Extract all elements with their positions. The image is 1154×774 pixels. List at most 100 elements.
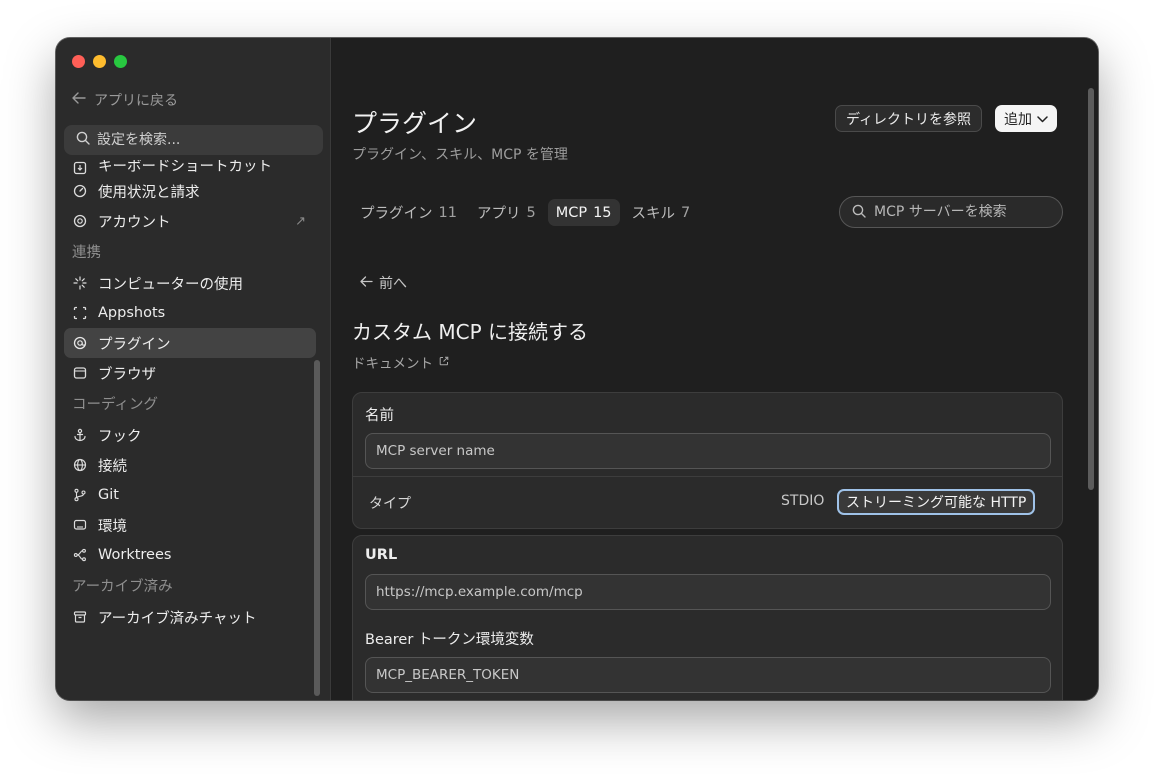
documentation-link[interactable]: ドキュメント xyxy=(352,352,449,372)
sidebar-item-hooks[interactable]: フック xyxy=(64,420,316,450)
zoom-window-button[interactable] xyxy=(114,55,127,68)
sidebar-item-connections[interactable]: 接続 xyxy=(64,450,316,480)
back-to-app-link[interactable]: アプリに戻る xyxy=(72,90,178,110)
anchor-icon xyxy=(72,427,88,443)
tab-mcp[interactable]: MCP 15 xyxy=(547,199,620,226)
sidebar-item-label: フック xyxy=(98,428,142,445)
monitor-icon xyxy=(72,517,88,533)
tab-label: アプリ xyxy=(476,206,521,222)
url-card: URL Bearer トークン環境変数 xyxy=(352,535,1063,700)
globe-icon xyxy=(72,457,88,473)
sidebar-item-keyboard-shortcuts[interactable]: キーボードショートカット xyxy=(64,160,316,176)
main-panel: プラグイン プラグイン、スキル、MCP を管理 ディレクトリを参照 追加 プラグ… xyxy=(332,38,1098,700)
sidebar-item-label: Git xyxy=(98,487,119,503)
git-branch-icon xyxy=(72,487,88,503)
url-label: URL xyxy=(365,547,398,563)
form-title: カスタム MCP に接続する xyxy=(352,320,588,344)
section-integrations: 連携 xyxy=(72,245,101,261)
tab-skills[interactable]: スキル 7 xyxy=(624,199,699,226)
sidebar-item-label: 接続 xyxy=(98,458,127,475)
sidebar-item-plugins[interactable]: プラグイン xyxy=(64,328,316,358)
tab-count: 11 xyxy=(438,204,457,221)
minimize-window-button[interactable] xyxy=(93,55,106,68)
sidebar-item-label: アーカイブ済みチャット xyxy=(98,610,257,627)
search-icon xyxy=(76,131,90,149)
main-scrollbar[interactable] xyxy=(1088,88,1094,490)
tab-count: 5 xyxy=(526,204,536,221)
mcp-search[interactable] xyxy=(839,196,1063,228)
sidebar-item-git[interactable]: Git xyxy=(64,480,316,510)
sidebar-item-label: アカウント xyxy=(98,214,171,231)
sidebar-item-label: プラグイン xyxy=(98,336,171,353)
gauge-icon xyxy=(72,183,88,199)
sidebar-nav: キーボードショートカット 使用状況と請求 アカウント ↗ 連携 コンピューターの… xyxy=(64,160,316,700)
sidebar-item-computer-use[interactable]: コンピューターの使用 xyxy=(64,268,316,298)
sidebar-item-label: コンピューターの使用 xyxy=(98,276,243,293)
bearer-token-label: Bearer トークン環境変数 xyxy=(365,632,534,648)
window-controls xyxy=(72,55,127,68)
tab-label: スキル xyxy=(631,206,676,222)
computer-use-icon xyxy=(72,275,88,291)
account-icon xyxy=(72,213,88,229)
external-link-icon: ↗ xyxy=(295,213,306,229)
chevron-down-icon xyxy=(1037,111,1048,127)
sidebar-item-label: ブラウザ xyxy=(98,366,156,383)
name-input[interactable] xyxy=(365,433,1051,469)
page-title: プラグイン xyxy=(352,109,478,138)
tab-plugins[interactable]: プラグイン 11 xyxy=(352,199,465,226)
sidebar-item-label: 環境 xyxy=(98,518,127,535)
screenshot-icon xyxy=(72,305,88,321)
add-button-label: 追加 xyxy=(1004,111,1032,128)
arrow-left-icon xyxy=(360,275,373,291)
name-type-card: 名前 タイプ STDIO ストリーミング可能な HTTP xyxy=(352,392,1063,529)
type-option-streamable-http[interactable]: ストリーミング可能な HTTP xyxy=(837,489,1036,515)
close-window-button[interactable] xyxy=(72,55,85,68)
url-input[interactable] xyxy=(365,574,1051,610)
sidebar: アプリに戻る キーボードショートカット 使用状況と請求 xyxy=(56,38,331,700)
worktree-icon xyxy=(72,547,88,563)
keyboard-icon xyxy=(72,160,88,176)
sidebar-item-label: Appshots xyxy=(98,305,166,321)
page-subtitle: プラグイン、スキル、MCP を管理 xyxy=(352,147,568,163)
mcp-search-input[interactable] xyxy=(874,204,1054,220)
type-label: タイプ xyxy=(369,496,411,512)
sidebar-item-account[interactable]: アカウント ↗ xyxy=(64,206,316,236)
bearer-token-input[interactable] xyxy=(365,657,1051,693)
documentation-link-label: ドキュメント xyxy=(352,356,433,372)
name-label: 名前 xyxy=(365,408,394,424)
sidebar-item-browser[interactable]: ブラウザ xyxy=(64,358,316,388)
category-tabs: プラグイン 11 アプリ 5 MCP 15 スキル 7 xyxy=(352,199,698,226)
tab-label: プラグイン xyxy=(360,206,433,222)
search-icon xyxy=(852,203,866,222)
sidebar-item-label: キーボードショートカット xyxy=(98,160,272,175)
sidebar-item-environment[interactable]: 環境 xyxy=(64,510,316,540)
tab-count: 15 xyxy=(593,204,612,221)
back-link-label: 前へ xyxy=(379,276,407,292)
arrow-left-icon xyxy=(72,92,86,108)
sidebar-item-worktrees[interactable]: Worktrees xyxy=(64,540,316,570)
tab-count: 7 xyxy=(681,204,691,221)
sidebar-item-label: 使用状況と請求 xyxy=(98,184,200,201)
sidebar-scrollbar[interactable] xyxy=(314,360,320,696)
external-link-icon xyxy=(439,354,449,370)
tab-label: MCP xyxy=(555,204,588,221)
sidebar-item-label: Worktrees xyxy=(98,547,172,563)
sidebar-item-archived-chats[interactable]: アーカイブ済みチャット xyxy=(64,602,316,632)
type-option-stdio[interactable]: STDIO xyxy=(781,493,824,509)
divider xyxy=(353,476,1062,477)
browser-icon xyxy=(72,365,88,381)
back-to-app-label: アプリに戻る xyxy=(94,93,178,109)
settings-search[interactable] xyxy=(64,125,323,155)
archive-icon xyxy=(72,609,88,625)
browse-directory-button[interactable]: ディレクトリを参照 xyxy=(835,105,983,132)
sidebar-item-usage-billing[interactable]: 使用状況と請求 xyxy=(64,176,316,206)
settings-search-input[interactable] xyxy=(97,132,297,148)
tab-apps[interactable]: アプリ 5 xyxy=(469,199,544,226)
add-button[interactable]: 追加 xyxy=(995,105,1057,132)
section-archived: アーカイブ済み xyxy=(72,579,173,595)
sidebar-item-appshots[interactable]: Appshots xyxy=(64,298,316,328)
back-link[interactable]: 前へ xyxy=(360,273,407,293)
plugin-icon xyxy=(72,335,88,351)
settings-window: アプリに戻る キーボードショートカット 使用状況と請求 xyxy=(56,38,1098,700)
section-coding: コーディング xyxy=(72,397,158,413)
